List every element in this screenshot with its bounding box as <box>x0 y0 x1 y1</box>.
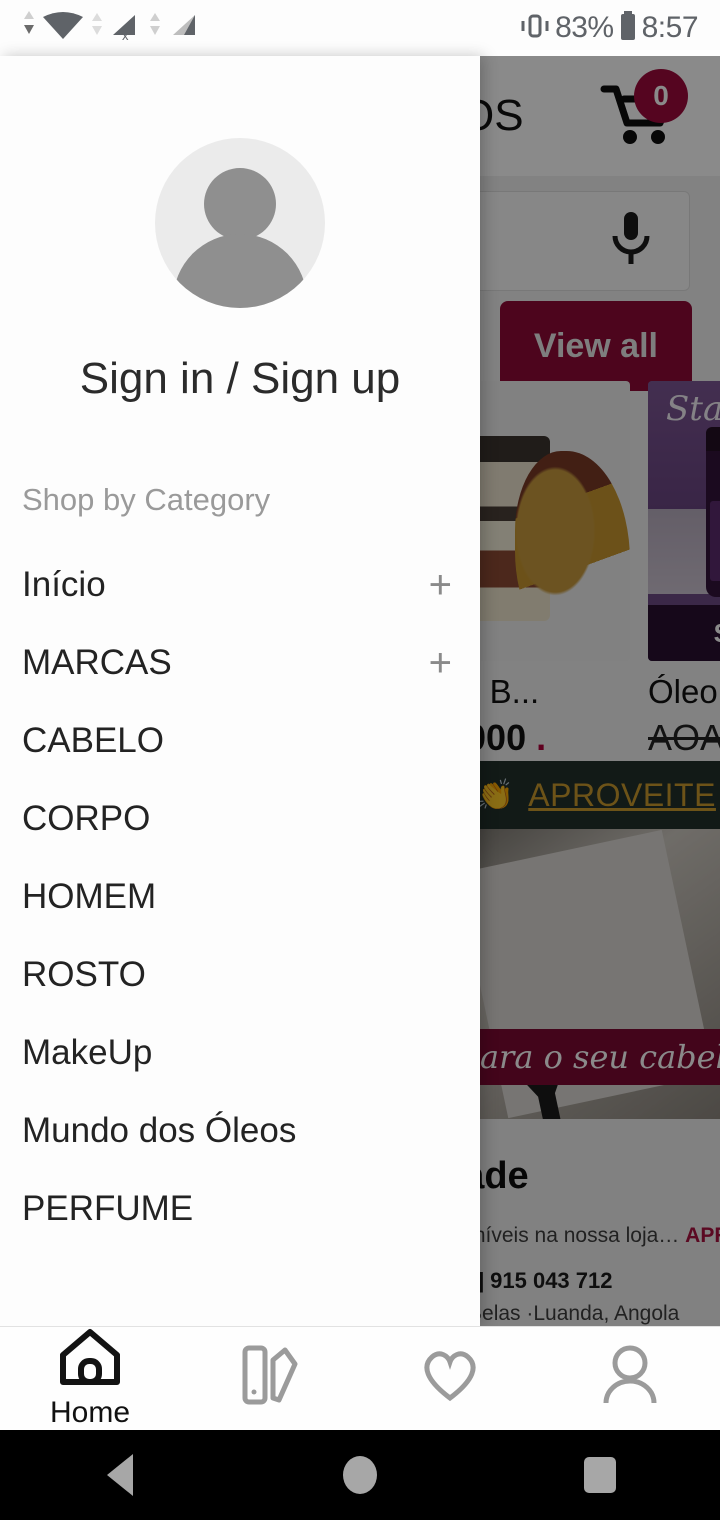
drawer-menu: Início + MARCAS + CABELO CORPO HOMEM ROS… <box>0 546 480 1248</box>
signal-no-sim-icon: x <box>109 9 143 48</box>
expand-plus-icon[interactable]: + <box>429 565 452 605</box>
avatar[interactable] <box>155 138 325 308</box>
data-arrows-icon <box>22 9 36 48</box>
phone-screen: x 83% 8:57 OS 0 View all B... . St Óleo … <box>0 0 720 1520</box>
svg-text:x: x <box>122 28 129 43</box>
drawer-item-marcas[interactable]: MARCAS + <box>0 624 480 702</box>
drawer-item-rosto[interactable]: ROSTO <box>0 936 480 1014</box>
signal-bars-icon <box>167 9 201 48</box>
system-recents-button[interactable] <box>480 1457 720 1493</box>
home-circle-icon <box>343 1456 377 1494</box>
battery-percent-label: 83% <box>555 11 614 44</box>
recents-square-icon <box>584 1457 616 1493</box>
avatar-head-shape <box>204 168 276 240</box>
bottom-nav-item-categories[interactable] <box>180 1342 360 1415</box>
home-icon <box>55 1327 125 1394</box>
sign-in-sign-up-label[interactable]: Sign in / Sign up <box>80 354 400 404</box>
drawer-item-perfume[interactable]: PERFUME <box>0 1170 480 1248</box>
clock-label: 8:57 <box>641 11 699 44</box>
person-icon <box>599 1343 661 1412</box>
drawer-item-label: CORPO <box>22 799 151 838</box>
navigation-drawer: Sign in / Sign up Shop by Category Iníci… <box>0 56 480 1326</box>
bottom-nav-label: Home <box>49 1396 131 1429</box>
android-system-nav <box>0 1430 720 1520</box>
shop-by-category-label: Shop by Category <box>22 482 271 517</box>
heart-icon <box>416 1344 484 1411</box>
data-arrows-icon <box>148 9 162 48</box>
bottom-nav-item-account[interactable] <box>540 1343 720 1414</box>
drawer-item-mundo-dos-oleos[interactable]: Mundo dos Óleos <box>0 1092 480 1170</box>
drawer-item-label: MakeUp <box>22 1033 153 1072</box>
drawer-item-inicio[interactable]: Início + <box>0 546 480 624</box>
drawer-item-label: ROSTO <box>22 955 146 994</box>
data-arrows-icon <box>90 9 104 48</box>
drawer-item-label: HOMEM <box>22 877 157 916</box>
expand-plus-icon[interactable]: + <box>429 643 452 683</box>
status-bar: x 83% 8:57 <box>0 0 720 56</box>
battery-icon <box>618 10 638 47</box>
system-back-button[interactable] <box>0 1454 240 1496</box>
status-bar-right-icons: 83% 8:57 <box>519 10 699 47</box>
drawer-item-cabelo[interactable]: CABELO <box>0 702 480 780</box>
bottom-navigation-bar: Home <box>0 1326 720 1430</box>
drawer-item-homem[interactable]: HOMEM <box>0 858 480 936</box>
avatar-body-shape <box>173 234 307 308</box>
drawer-item-label: Mundo dos Óleos <box>22 1111 297 1150</box>
drawer-item-label: MARCAS <box>22 643 172 682</box>
back-triangle-icon <box>107 1454 133 1496</box>
drawer-item-label: PERFUME <box>22 1189 194 1228</box>
drawer-item-corpo[interactable]: CORPO <box>0 780 480 858</box>
wifi-icon <box>41 9 85 48</box>
system-home-button[interactable] <box>240 1456 480 1494</box>
drawer-item-label: Início <box>22 565 106 604</box>
categories-icon <box>239 1342 301 1413</box>
drawer-header[interactable]: Sign in / Sign up <box>0 56 480 404</box>
drawer-item-makeup[interactable]: MakeUp <box>0 1014 480 1092</box>
drawer-item-label: CABELO <box>22 721 164 760</box>
vibrate-icon <box>519 11 551 46</box>
bottom-nav-item-wishlist[interactable] <box>360 1344 540 1413</box>
bottom-nav-item-home[interactable]: Home <box>0 1327 180 1430</box>
status-bar-left-icons: x <box>22 9 201 48</box>
